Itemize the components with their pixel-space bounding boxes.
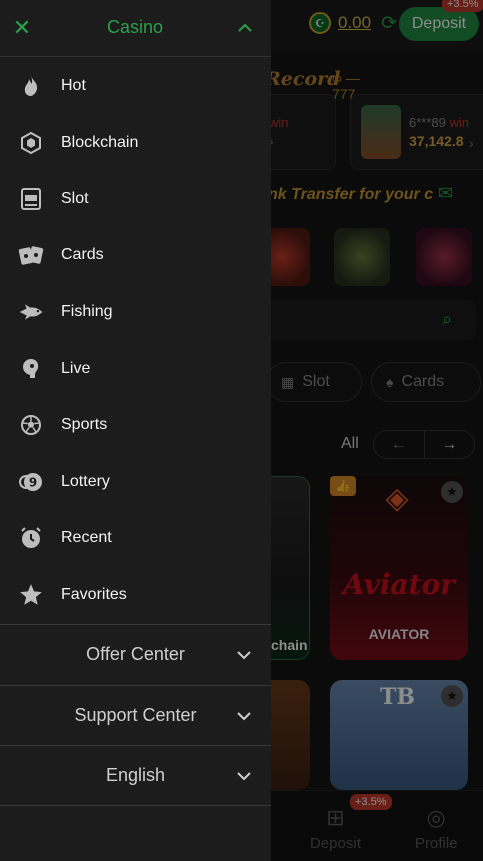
chevron-down-icon (237, 651, 251, 660)
fire-icon (18, 73, 44, 99)
menu-item-blockchain[interactable]: Blockchain (0, 115, 271, 171)
side-drawer: ✕ Casino Hot Blockchain Slot Cards Fishi… (0, 0, 271, 861)
menu-item-live[interactable]: Live (0, 341, 271, 397)
section-label: Support Center (74, 705, 197, 725)
drawer-backdrop[interactable] (270, 0, 483, 861)
menu-item-recent[interactable]: Recent (0, 510, 271, 566)
section-offer-center[interactable]: Offer Center (0, 624, 271, 684)
menu-item-label: Recent (61, 529, 112, 546)
menu-item-cards[interactable]: Cards (0, 227, 271, 283)
divider (0, 805, 271, 806)
slot-machine-icon (18, 186, 44, 212)
menu-item-fishing[interactable]: Fishing (0, 284, 271, 340)
app-root: ☪ 0.00 ⟳ Deposit +3.5% Record ∞ — 777 wi… (0, 0, 483, 861)
drawer-title[interactable]: Casino (107, 17, 163, 38)
drawer-header: ✕ Casino (0, 0, 271, 57)
close-icon[interactable]: ✕ (11, 17, 33, 39)
menu-item-favorites[interactable]: Favorites (0, 567, 271, 623)
star-icon (18, 582, 44, 608)
section-support-center[interactable]: Support Center (0, 685, 271, 745)
menu-item-slot[interactable]: Slot (0, 171, 271, 227)
live-dealer-icon (18, 356, 44, 382)
menu-item-hot[interactable]: Hot (0, 58, 271, 114)
menu-item-label: Favorites (61, 586, 127, 603)
menu-item-label: Live (61, 360, 91, 377)
section-label: English (105, 765, 166, 785)
chevron-down-icon (237, 772, 251, 781)
chevron-up-icon[interactable] (235, 20, 255, 36)
menu-item-label: Cards (61, 246, 104, 263)
lottery-ball-icon: 9 (18, 469, 44, 495)
menu-item-label: Blockchain (61, 134, 139, 151)
section-language[interactable]: English (0, 745, 271, 805)
blockchain-cube-icon (18, 130, 44, 156)
menu-item-sports[interactable]: Sports (0, 397, 271, 453)
menu-item-lottery[interactable]: 9 Lottery (0, 454, 271, 510)
soccer-ball-icon (18, 412, 44, 438)
svg-text:9: 9 (29, 476, 37, 490)
menu-item-label: Lottery (61, 473, 110, 490)
playing-cards-icon (18, 242, 44, 268)
menu-item-label: Hot (61, 77, 86, 94)
menu-item-label: Sports (61, 416, 108, 433)
clock-icon (18, 525, 44, 551)
section-label: Offer Center (86, 644, 185, 664)
chevron-down-icon (237, 712, 251, 721)
menu-item-label: Slot (61, 190, 89, 207)
fish-icon (18, 299, 44, 325)
menu-item-label: Fishing (61, 303, 113, 320)
